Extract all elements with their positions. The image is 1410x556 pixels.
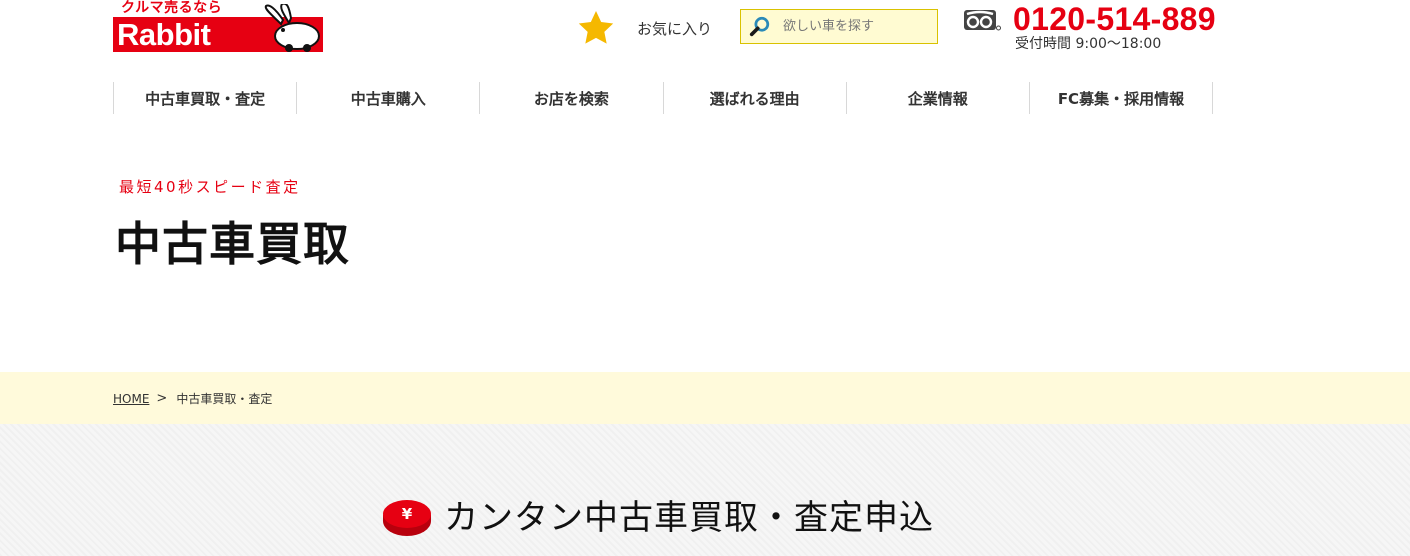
page-subtitle: 最短40秒スピード査定 <box>119 178 301 196</box>
search-icon[interactable] <box>749 16 771 38</box>
section-title: カンタン中古車買取・査定申込 <box>444 498 934 538</box>
business-hours: 受付時間 9:00〜18:00 <box>1015 36 1162 52</box>
nav-item-company-info[interactable]: 企業情報 <box>845 82 1029 114</box>
svg-text:¥: ¥ <box>402 505 413 523</box>
breadcrumb: HOME > 中古車買取・査定 <box>113 391 272 407</box>
favorites-label: お気に入り <box>637 19 713 38</box>
freedial-icon <box>964 10 1001 31</box>
star-icon <box>578 11 614 44</box>
yen-coin-icon: ¥ <box>383 500 431 536</box>
breadcrumb-home-link[interactable]: HOME <box>113 391 149 407</box>
nav-item-fc-recruit[interactable]: FC募集・採用情報 <box>1028 82 1214 114</box>
logo-badge: Rabbit <box>113 4 323 52</box>
logo-tagline: クルマ売るなら <box>121 0 223 16</box>
search-input[interactable] <box>781 18 925 35</box>
global-nav: 中古車買取・査定 中古車購入 お店を検索 選ばれる理由 企業情報 FC募集・採用… <box>113 82 1214 114</box>
rabbit-mascot-icon <box>264 4 320 52</box>
nav-item-store-search[interactable]: お店を検索 <box>479 82 662 114</box>
appraisal-section: ¥ カンタン中古車買取・査定申込 <box>0 424 1410 556</box>
section-heading: ¥ カンタン中古車買取・査定申込 <box>382 496 934 540</box>
breadcrumb-bar: HOME > 中古車買取・査定 <box>0 372 1410 424</box>
nav-item-reasons[interactable]: 選ばれる理由 <box>662 82 846 114</box>
search-box[interactable] <box>740 9 938 44</box>
nav-item-car-purchase[interactable]: 中古車購入 <box>296 82 479 114</box>
phone-number[interactable]: 0120-514-889 <box>1013 1 1216 37</box>
page-title: 中古車買取 <box>115 217 350 271</box>
logo-text: Rabbit <box>117 17 211 52</box>
breadcrumb-separator: > <box>156 391 168 406</box>
favorites-link[interactable]: お気に入り <box>576 8 712 48</box>
rabbit-logo[interactable]: クルマ売るなら Rabbit <box>113 0 323 52</box>
nav-item-car-buyback[interactable]: 中古車買取・査定 <box>113 82 296 114</box>
breadcrumb-current: 中古車買取・査定 <box>176 392 273 406</box>
